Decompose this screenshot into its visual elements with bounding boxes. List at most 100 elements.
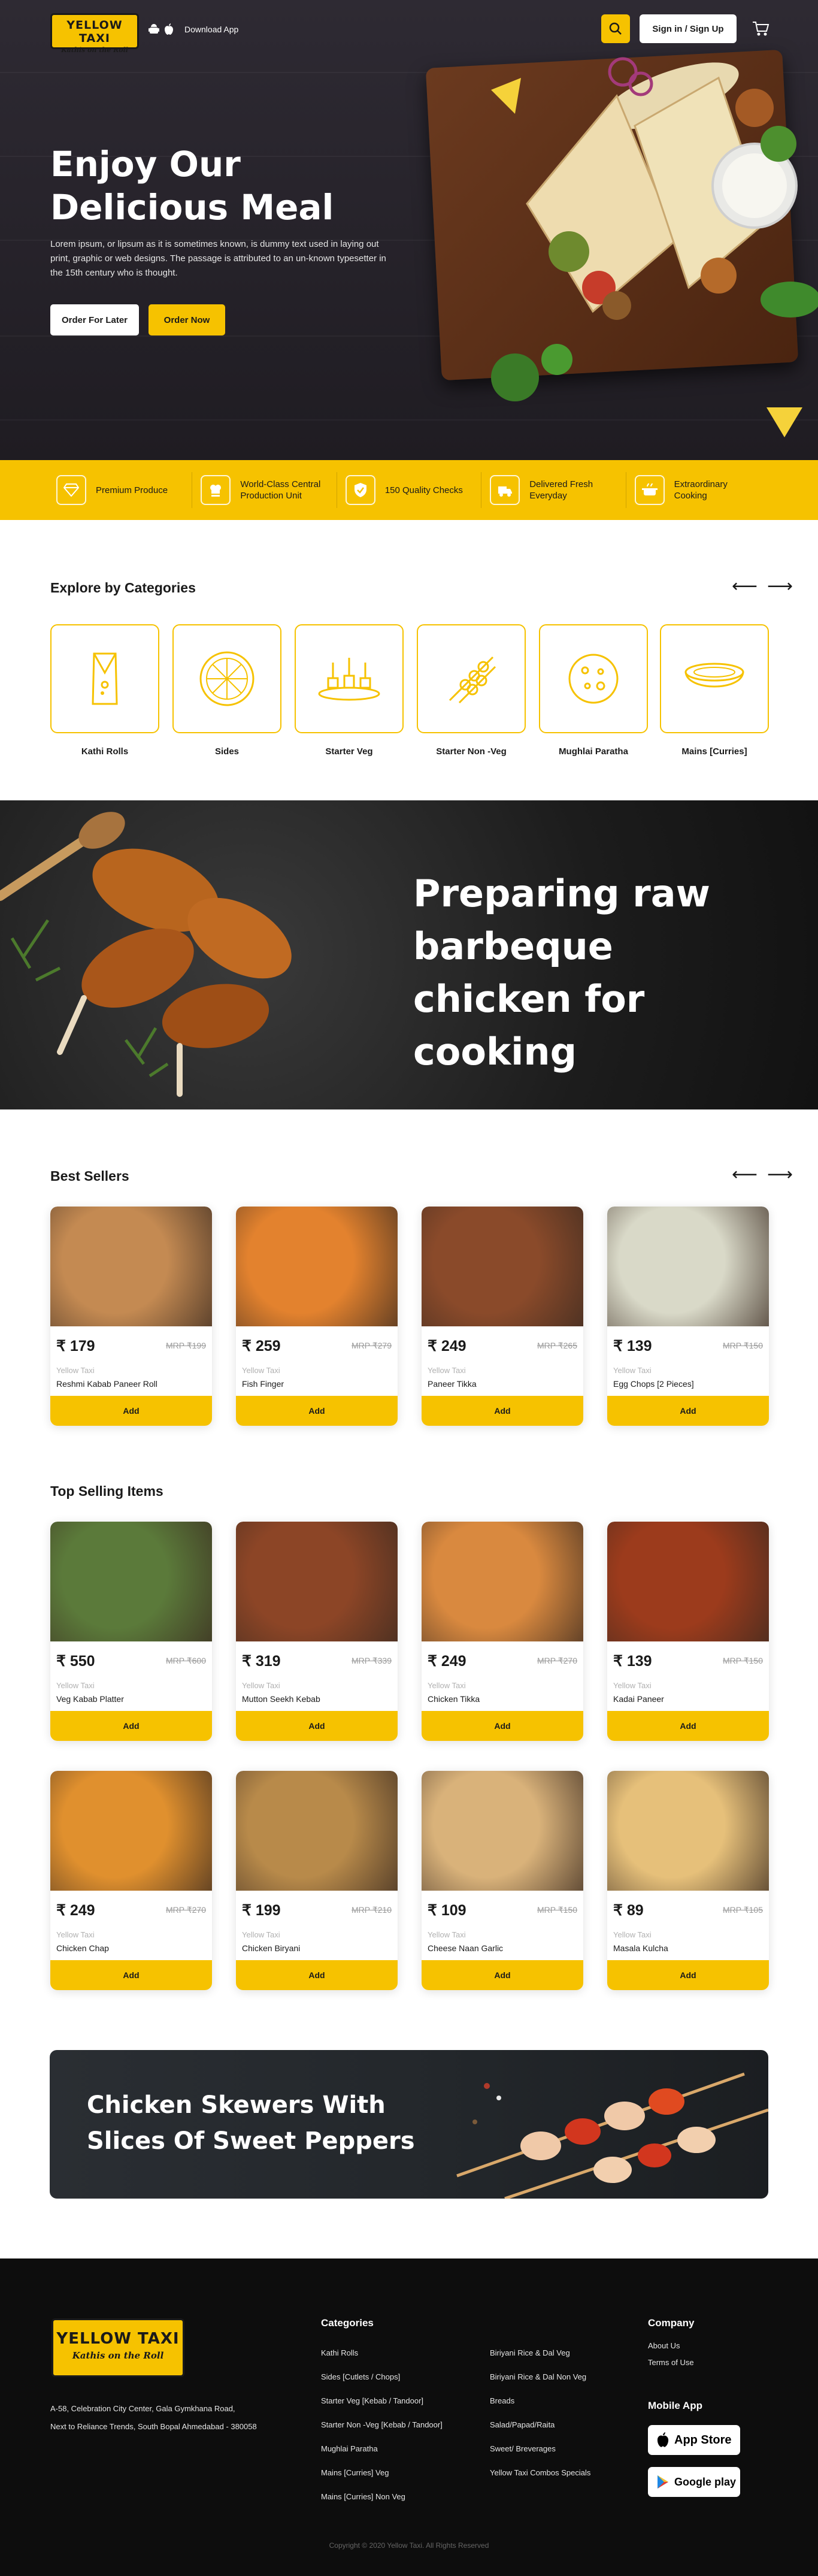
product-card[interactable]: ₹ 319 MRP ₹339 Yellow Taxi Mutton Seekh Keb… [236, 1522, 398, 1741]
category-card-kathi-rolls[interactable]: Kathi Rolls [50, 624, 159, 757]
search-button[interactable] [601, 14, 630, 43]
logo-title: YELLOW TAXI [56, 2330, 180, 2348]
add-to-cart-button[interactable]: Add [50, 1960, 212, 1990]
product-card[interactable]: ₹ 249 MRP ₹270 Yellow Taxi Chicken Tikka Add [422, 1522, 583, 1741]
add-to-cart-button[interactable]: Add [422, 1960, 583, 1990]
logo[interactable]: YELLOW TAXI Kathis on the Roll [50, 13, 139, 54]
category-label: Mains [Curries] [681, 746, 747, 757]
add-to-cart-button[interactable]: Add [607, 1396, 769, 1426]
product-brand: Yellow Taxi [242, 1930, 280, 1939]
add-to-cart-button[interactable]: Add [50, 1396, 212, 1426]
footer-category-link[interactable]: Starter Non -Veg [Kebab / Tandoor] [321, 2413, 465, 2437]
footer-category-link[interactable]: Biriyani Rice & Dal Non Veg [490, 2365, 634, 2389]
skewer-icon [449, 656, 496, 704]
product-brand: Yellow Taxi [428, 1681, 466, 1690]
bbq-banner: Preparing raw barbeque chicken for cooki… [0, 800, 818, 1109]
footer-category-link[interactable]: Sides [Cutlets / Chops] [321, 2365, 465, 2389]
features-bar: Premium Produce World-Class Central Prod… [0, 460, 818, 520]
product-price: ₹ 319 [242, 1653, 281, 1670]
product-brand: Yellow Taxi [56, 1681, 95, 1690]
cart-button[interactable] [749, 17, 772, 41]
add-to-cart-button[interactable]: Add [50, 1711, 212, 1741]
product-brand: Yellow Taxi [613, 1681, 652, 1690]
arrow-right-icon[interactable]: ⟶ [767, 1166, 793, 1184]
arrow-right-icon[interactable]: ⟶ [767, 578, 793, 595]
apple-icon [657, 2432, 669, 2447]
order-now-button[interactable]: Order Now [149, 304, 225, 335]
product-image [422, 1771, 583, 1891]
product-card[interactable]: ₹ 179 MRP ₹199 Yellow Taxi Reshmi Kabab Pan… [50, 1207, 212, 1426]
add-to-cart-button[interactable]: Add [236, 1711, 398, 1741]
cart-icon [753, 22, 769, 36]
product-card[interactable]: ₹ 199 MRP ₹210 Yellow Taxi Chicken Biryani A… [236, 1771, 398, 1990]
footer-category-link[interactable]: Yellow Taxi Combos Specials [490, 2461, 634, 2485]
product-card[interactable]: ₹ 109 MRP ₹150 Yellow Taxi Cheese Naan Garl… [422, 1771, 583, 1990]
skewer-banner: Chicken Skewers With Slices Of Sweet Pep… [50, 2050, 768, 2199]
category-label: Starter Non -Veg [436, 746, 507, 757]
footer-logo[interactable]: YELLOW TAXI Kathis on the Roll [51, 2318, 184, 2377]
product-card[interactable]: ₹ 249 MRP ₹270 Yellow Taxi Chicken Chap Add [50, 1771, 212, 1990]
product-price: ₹ 249 [428, 1653, 466, 1670]
product-card[interactable]: ₹ 259 MRP ₹279 Yellow Taxi Fish Finger Add [236, 1207, 398, 1426]
diamond-icon [56, 475, 86, 505]
product-card[interactable]: ₹ 89 MRP ₹105 Yellow Taxi Masala Kulcha Add [607, 1771, 769, 1990]
feature-item: Premium Produce [48, 472, 193, 508]
product-card[interactable]: ₹ 249 MRP ₹265 Yellow Taxi Paneer Tikka Add [422, 1207, 583, 1426]
android-icon [149, 24, 159, 34]
footer-category-link[interactable]: Sweet/ Breverages [490, 2437, 634, 2461]
signin-button[interactable]: Sign in / Sign Up [640, 14, 737, 43]
product-price: ₹ 179 [56, 1338, 95, 1354]
add-to-cart-button[interactable]: Add [422, 1711, 583, 1741]
product-image [607, 1522, 769, 1641]
footer-link-terms[interactable]: Terms of Use [648, 2354, 768, 2371]
footer-category-link[interactable]: Starter Veg [Kebab / Tandoor] [321, 2389, 465, 2413]
order-later-button[interactable]: Order For Later [50, 304, 139, 335]
footer-category-link[interactable]: Mains [Curries] Veg [321, 2461, 465, 2485]
footer-category-link[interactable]: Kathi Rolls [321, 2341, 465, 2365]
best-sellers-nav: ⟵ ⟶ [732, 1166, 793, 1184]
category-card-sides[interactable]: Sides [172, 624, 281, 757]
add-to-cart-button[interactable]: Add [607, 1711, 769, 1741]
logo-title: YELLOW TAXI [66, 19, 123, 45]
footer-category-link[interactable]: Salad/Papad/Raita [490, 2413, 634, 2437]
categories-title: Explore by Categories [50, 580, 196, 595]
add-to-cart-button[interactable]: Add [236, 1960, 398, 1990]
google-play-button[interactable]: Google play [648, 2467, 740, 2497]
category-label: Starter Veg [325, 746, 373, 757]
pizza-icon [199, 651, 255, 706]
price-value: 109 [441, 1902, 466, 1919]
category-card-mains-curries[interactable]: Mains [Curries] [660, 624, 769, 757]
footer-category-link[interactable]: Mains [Curries] Non Veg [321, 2485, 465, 2509]
footer-address: A-58, Celebration City Center, Gala Gymk… [50, 2400, 302, 2436]
product-card[interactable]: ₹ 139 MRP ₹150 Yellow Taxi Egg Chops [2 Pie… [607, 1207, 769, 1426]
footer-category-link[interactable]: Breads [490, 2389, 634, 2413]
product-image [236, 1771, 398, 1891]
product-brand: Yellow Taxi [613, 1366, 652, 1375]
skewer-banner-title: Chicken Skewers With Slices Of Sweet Pep… [87, 2091, 415, 2155]
feature-label: World-Class Central Production Unit [240, 479, 321, 501]
product-image [607, 1771, 769, 1891]
product-image [50, 1207, 212, 1326]
add-to-cart-button[interactable]: Add [236, 1396, 398, 1426]
footer-category-link[interactable]: Mughlai Paratha [321, 2437, 465, 2461]
arrow-left-icon[interactable]: ⟵ [732, 578, 758, 595]
download-app-link[interactable]: Download App [149, 20, 238, 38]
category-label: Sides [214, 746, 240, 757]
app-store-button[interactable]: App Store [648, 2425, 740, 2455]
arrow-left-icon[interactable]: ⟵ [732, 1166, 758, 1184]
category-card-starter-non-veg[interactable]: Starter Non -Veg [417, 624, 526, 757]
product-name: Reshmi Kabab Paneer Roll [56, 1379, 157, 1389]
feature-label: Premium Produce [96, 485, 168, 495]
footer-category-link[interactable]: Biriyani Rice & Dal Veg [490, 2341, 634, 2365]
footer-link-about[interactable]: About Us [648, 2338, 768, 2354]
footer-mobile-title: Mobile App [648, 2400, 702, 2411]
curry-bowl-icon [684, 663, 744, 688]
category-card-mughlai-paratha[interactable]: Mughlai Paratha [539, 624, 648, 757]
product-brand: Yellow Taxi [242, 1681, 280, 1690]
product-card[interactable]: ₹ 550 MRP ₹600 Yellow Taxi Veg Kabab Platte… [50, 1522, 212, 1741]
add-to-cart-button[interactable]: Add [422, 1396, 583, 1426]
category-card-starter-veg[interactable]: Starter Veg [295, 624, 404, 757]
product-price: ₹ 109 [428, 1902, 466, 1919]
add-to-cart-button[interactable]: Add [607, 1960, 769, 1990]
product-card[interactable]: ₹ 139 MRP ₹150 Yellow Taxi Kadai Paneer Add [607, 1522, 769, 1741]
